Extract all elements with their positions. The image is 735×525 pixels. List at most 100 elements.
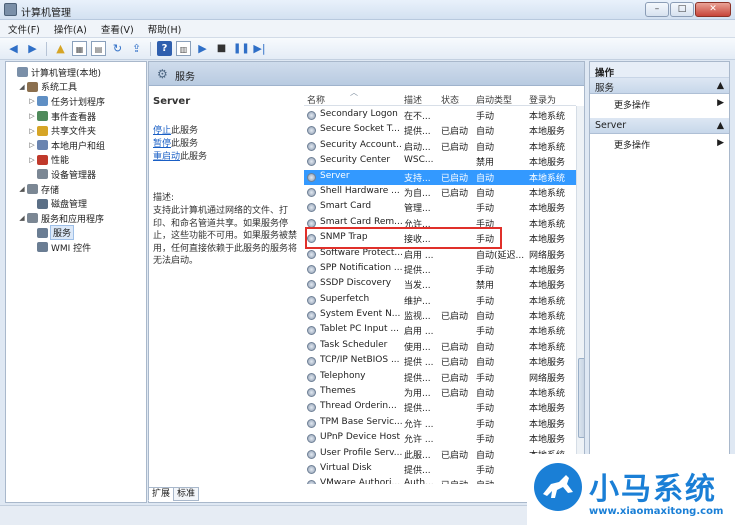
tree-expand-arrow-icon[interactable]: ▷ (28, 97, 36, 105)
column-header-status[interactable]: 状态 (441, 93, 459, 106)
server-highlight-box (305, 227, 502, 249)
service-startup-cell: 自动 (476, 127, 495, 138)
more-actions-item[interactable]: 更多操作 ▶ (590, 134, 729, 152)
service-gear-icon (307, 295, 316, 305)
refresh-icon[interactable]: ↻ (110, 41, 125, 56)
column-header-name[interactable]: 名称 (307, 93, 325, 106)
tree-expand-arrow-icon[interactable]: ▷ (28, 127, 36, 135)
menu-view[interactable]: 查看(V) (101, 22, 134, 36)
collapse-up-icon[interactable]: ▲ (717, 120, 724, 131)
tree-item[interactable]: ▷ 任务计划程序 (6, 94, 146, 109)
service-row[interactable]: Secure Socket T... 提供... 已启动 自动 本地服务 (304, 123, 576, 138)
sort-ascending-icon: ︿ (350, 91, 358, 97)
service-row[interactable]: UPnP Device Host 允许 ... 手动 本地服务 (304, 431, 576, 446)
tree-expand-arrow-icon[interactable]: ▷ (28, 156, 36, 164)
window-title: 计算机管理 (21, 8, 71, 19)
stop-service-link[interactable]: 停止 (153, 126, 171, 136)
scrollbar-thumb[interactable] (578, 358, 584, 438)
service-row[interactable]: System Event N... 监视... 已启动 自动 本地系统 (304, 308, 576, 323)
up-folder-icon[interactable]: ▲ (53, 41, 68, 56)
actions-section-server[interactable]: Server ▲ (590, 118, 729, 134)
menu-file[interactable]: 文件(F) (8, 22, 40, 36)
service-status-cell: 已启动 (441, 127, 469, 138)
maximize-button[interactable]: □ (670, 2, 694, 17)
service-row[interactable]: Security Account... 启动... 已启动 自动 本地系统 (304, 139, 576, 154)
show-action-pane-icon[interactable]: ▥ (176, 41, 191, 56)
service-row[interactable]: Smart Card 管理... 手动 本地服务 (304, 200, 576, 215)
service-row[interactable]: Secondary Logon 在不... 手动 本地系统 (304, 108, 576, 123)
column-header-description[interactable]: 描述 (404, 93, 422, 106)
service-gear-icon (307, 341, 316, 351)
more-actions-item[interactable]: 更多操作 ▶ (590, 94, 729, 112)
service-logon-cell: 本地服务 (529, 265, 566, 276)
service-name-cell: SSDP Discovery (320, 278, 392, 289)
stop-service-icon[interactable]: ■ (214, 41, 229, 56)
service-row[interactable]: Tablet PC Input ... 启用 ... 手动 本地系统 (304, 323, 576, 338)
service-desc-cell: 此服... (404, 450, 431, 461)
tree-item[interactable]: 设备管理器 (6, 167, 146, 182)
tree-item[interactable]: ▷ 性能 (6, 153, 146, 168)
service-row[interactable]: Telephony 提供... 已启动 手动 网络服务 (304, 370, 576, 385)
menu-action[interactable]: 操作(A) (54, 22, 87, 36)
pause-service-icon[interactable]: ❚❚ (233, 41, 250, 56)
properties-icon[interactable]: ▤ (91, 41, 106, 56)
tree-item[interactable]: 磁盘管理 (6, 196, 146, 211)
service-desc-cell: 维护... (404, 296, 431, 307)
tree-expand-arrow-icon[interactable]: ◢ (18, 83, 26, 91)
service-row[interactable]: Task Scheduler 使用... 已启动 自动 本地系统 (304, 339, 576, 354)
service-row[interactable]: Server 支持... 已启动 自动 本地系统 (304, 169, 576, 185)
service-status-cell: 已启动 (441, 173, 469, 184)
service-row[interactable]: SSDP Discovery 当发... 禁用 本地服务 (304, 277, 576, 292)
tree-item[interactable]: ◢ 存储 (6, 182, 146, 197)
pause-service-link[interactable]: 暂停 (153, 139, 171, 149)
service-row[interactable]: TCP/IP NetBIOS ... 提供 ... 已启动 自动 本地服务 (304, 354, 576, 369)
tree-item[interactable]: ▷ 事件查看器 (6, 109, 146, 124)
tree-item[interactable]: ▷ 本地用户和组 (6, 138, 146, 153)
stop-service-link-row: 停止此服务 (153, 125, 303, 138)
service-row[interactable]: Themes 为用... 已启动 自动 本地系统 (304, 385, 576, 400)
service-row[interactable]: TPM Base Servic... 允许 ... 手动 本地服务 (304, 416, 576, 431)
column-header-logon-as[interactable]: 登录为 (529, 93, 556, 106)
show-hide-tree-icon[interactable]: ▦ (72, 41, 87, 56)
service-row[interactable]: Security Center WSC... 禁用 本地服务 (304, 154, 576, 169)
service-name-cell: Security Account... (320, 139, 402, 150)
service-row[interactable]: SPP Notification ... 提供... 手动 本地服务 (304, 262, 576, 277)
tree-expand-arrow-icon[interactable]: ◢ (18, 214, 26, 222)
tree-expand-arrow-icon[interactable]: ▷ (28, 141, 36, 149)
tree-item[interactable]: 服务 (6, 225, 146, 241)
actions-section-services[interactable]: 服务 ▲ (590, 78, 729, 94)
view-tabs: 扩展 标准 (148, 487, 448, 501)
service-row[interactable]: Superfetch 维护... 手动 本地系统 (304, 293, 576, 308)
tree-item[interactable]: 计算机管理(本地) (6, 65, 146, 80)
service-logon-cell: 本地服务 (529, 127, 566, 138)
export-list-icon[interactable]: ⇪ (129, 41, 144, 56)
service-startup-cell: 手动 (476, 204, 495, 215)
service-name-cell: Secure Socket T... (320, 124, 400, 135)
minimize-button[interactable]: – (645, 2, 669, 17)
close-button[interactable]: ✕ (695, 2, 731, 17)
service-row[interactable]: Thread Orderin... 提供... 手动 本地服务 (304, 400, 576, 415)
restart-service-icon[interactable]: ▶| (252, 41, 267, 56)
tree-item[interactable]: ◢ 系统工具 (6, 80, 146, 95)
menu-help[interactable]: 帮助(H) (148, 22, 182, 36)
service-row[interactable]: Shell Hardware ... 为自... 已启动 自动 本地系统 (304, 185, 576, 200)
tree-item[interactable]: ▷ 共享文件夹 (6, 123, 146, 138)
restart-service-link[interactable]: 重启动 (153, 152, 180, 162)
service-name-cell: Superfetch (320, 293, 370, 304)
help-icon[interactable]: ? (157, 41, 172, 56)
more-actions-label: 更多操作 (614, 101, 651, 111)
forward-arrow-icon[interactable]: ▶ (25, 41, 40, 56)
start-service-icon[interactable]: ▶ (195, 41, 210, 56)
tab-extended[interactable]: 扩展 (148, 487, 175, 501)
vertical-scrollbar[interactable] (576, 106, 584, 484)
service-status-cell: 已启动 (441, 142, 469, 153)
tree-item-label: 设备管理器 (51, 170, 97, 181)
collapse-up-icon[interactable]: ▲ (717, 80, 724, 91)
tree-expand-arrow-icon[interactable]: ◢ (18, 185, 26, 193)
tree-expand-arrow-icon[interactable]: ▷ (28, 112, 36, 120)
back-arrow-icon[interactable]: ◀ (6, 41, 21, 56)
tree-item[interactable]: WMI 控件 (6, 240, 146, 255)
tab-standard[interactable]: 标准 (173, 487, 200, 501)
tree-item[interactable]: ◢ 服务和应用程序 (6, 211, 146, 226)
column-header-startup-type[interactable]: 启动类型 (476, 93, 512, 106)
